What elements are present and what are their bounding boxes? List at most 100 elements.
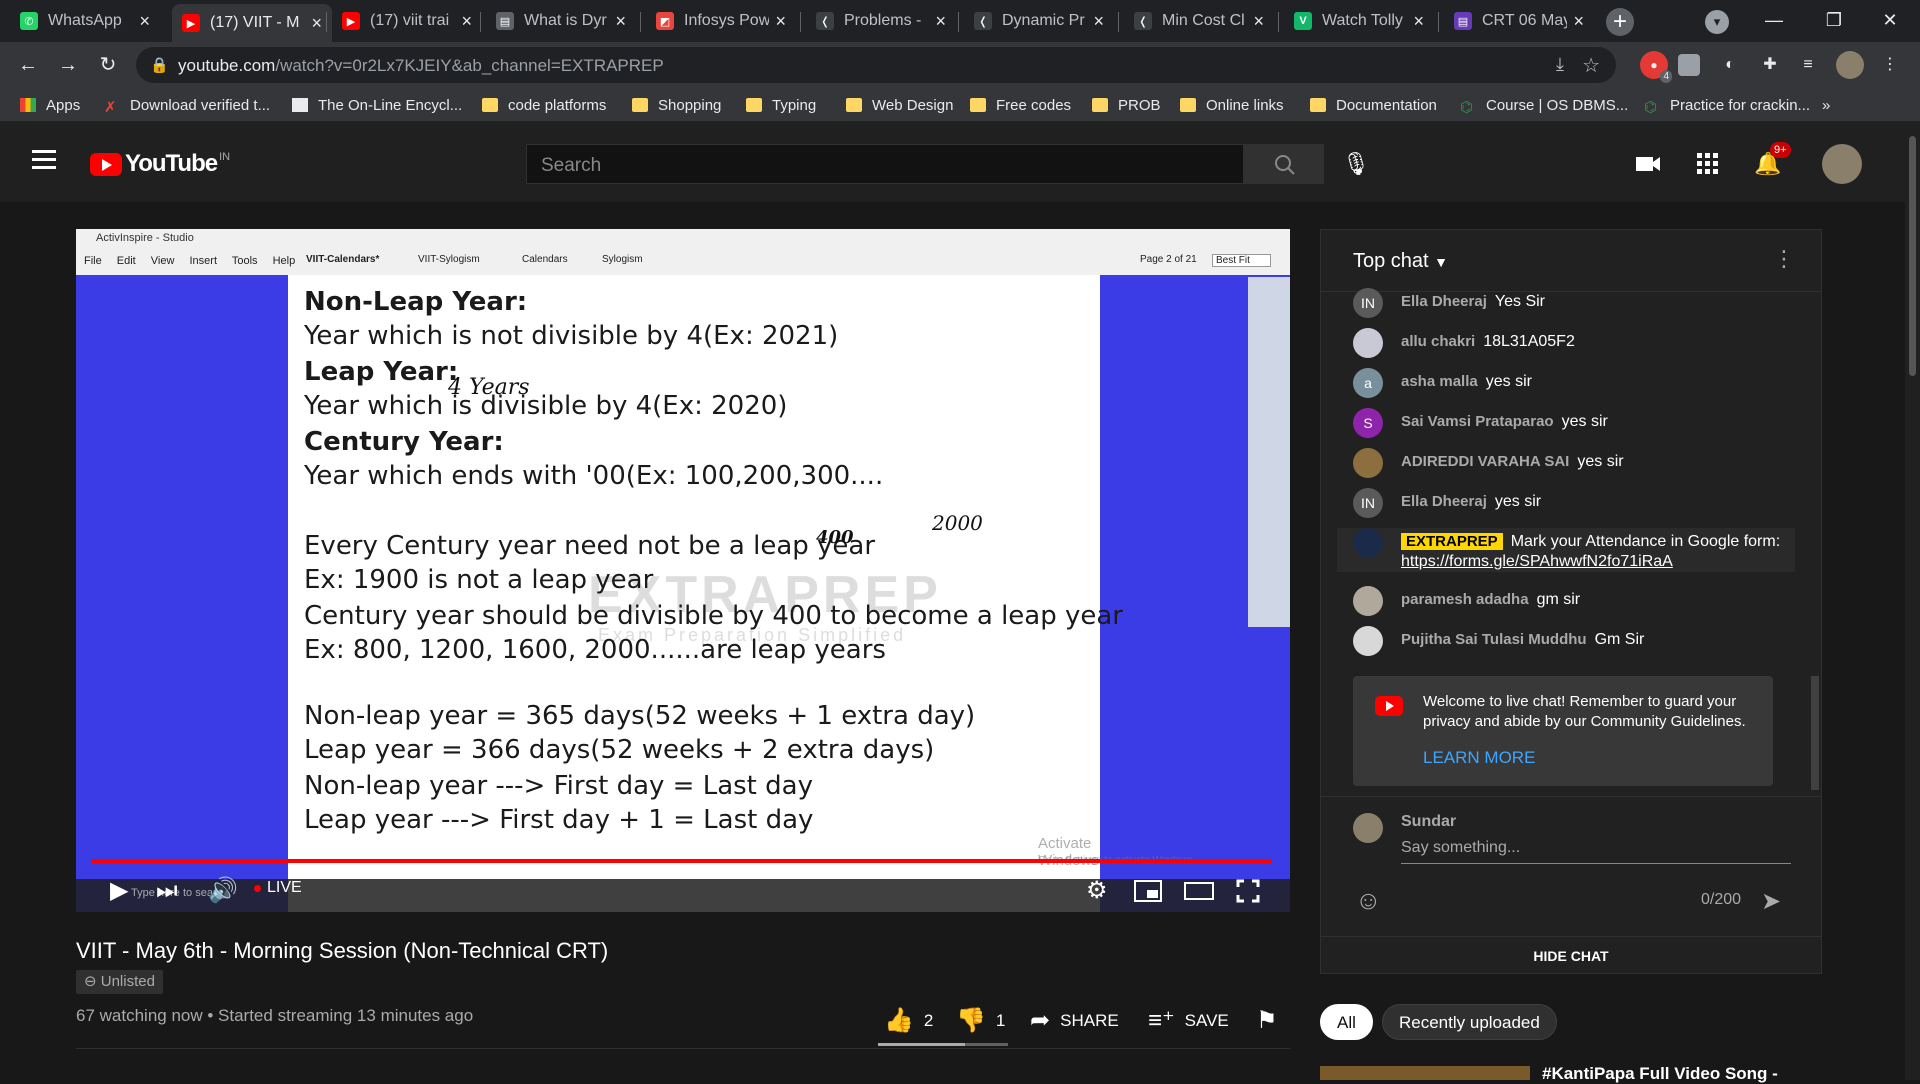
chat-input[interactable]: Say something... — [1401, 839, 1520, 857]
chat-author[interactable]: Ella Dheeraj — [1401, 293, 1487, 310]
play-icon[interactable]: ▶ — [110, 875, 128, 907]
volume-icon[interactable]: 🔊 — [208, 875, 238, 907]
maximize-button[interactable]: ❐ — [1806, 0, 1862, 40]
chat-avatar[interactable] — [1353, 448, 1383, 478]
tab-close-icon[interactable]: × — [1093, 11, 1104, 32]
hide-chat-button[interactable]: HIDE CHAT — [1321, 936, 1821, 974]
send-icon[interactable]: ➤ — [1761, 887, 1781, 916]
extension-bird-icon[interactable]: ◐ — [1716, 51, 1744, 79]
chat-avatar[interactable]: IN — [1353, 488, 1383, 518]
chat-message[interactable]: a asha malla yes sir — [1353, 368, 1793, 398]
tab-close-icon[interactable]: × — [935, 11, 946, 32]
bookmark-item[interactable]: Web Design — [846, 94, 953, 116]
bookmark-item[interactable]: Apps — [20, 94, 80, 116]
emoji-icon[interactable]: ☺ — [1355, 885, 1382, 916]
chip-recently-uploaded[interactable]: Recently uploaded — [1382, 1004, 1557, 1040]
chat-message[interactable]: IN Ella Dheeraj yes sir — [1353, 488, 1793, 518]
chat-message[interactable]: IN Ella Dheeraj Yes Sir — [1353, 288, 1793, 318]
recommendation-title[interactable]: #KantiPapa Full Video Song - — [1542, 1064, 1778, 1084]
chat-avatar[interactable]: S — [1353, 408, 1383, 438]
chat-author[interactable]: asha malla — [1401, 373, 1478, 390]
chat-message[interactable]: S Sai Vamsi Prataparao yes sir — [1353, 408, 1793, 438]
report-button[interactable]: ⚑ — [1256, 1006, 1288, 1035]
learn-more-link[interactable]: LEARN MORE — [1423, 748, 1535, 768]
dislike-button[interactable]: 👎 1 — [956, 1006, 1005, 1035]
microphone-icon[interactable]: 🎙 — [1340, 148, 1372, 180]
miniplayer-icon[interactable] — [1134, 875, 1162, 907]
forward-icon[interactable]: → — [54, 51, 82, 79]
chat-avatar[interactable] — [1353, 328, 1383, 358]
theater-mode-icon[interactable] — [1184, 875, 1214, 907]
video-progress-bar[interactable] — [92, 859, 1272, 863]
bookmark-item[interactable]: Shopping — [632, 94, 721, 116]
chat-author[interactable]: EXTRAPREP — [1401, 533, 1503, 550]
browser-tab[interactable]: ❬ Dynamic Pr × — [964, 4, 1114, 38]
next-icon[interactable]: ⏭ — [156, 875, 178, 907]
bookmark-star-icon[interactable]: ☆ — [1582, 53, 1600, 78]
more-options-icon[interactable]: ⋮ — [1773, 246, 1795, 272]
chat-message[interactable]: ADIREDDI VARAHA SAI yes sir — [1353, 448, 1793, 478]
chat-message[interactable]: EXTRAPREP Mark your Attendance in Google … — [1337, 528, 1795, 572]
bookmarks-overflow-icon[interactable]: » — [1822, 94, 1830, 116]
profile-avatar[interactable] — [1836, 51, 1864, 79]
chat-author[interactable]: paramesh adadha — [1401, 591, 1529, 608]
chat-author[interactable]: Sai Vamsi Prataparao — [1401, 413, 1554, 430]
search-button[interactable] — [1244, 144, 1324, 184]
browser-tab[interactable]: ❬ Problems - × — [806, 4, 956, 38]
tab-close-icon[interactable]: × — [461, 11, 472, 32]
tab-close-icon[interactable]: × — [775, 11, 786, 32]
chat-avatar[interactable]: IN — [1353, 288, 1383, 318]
settings-gear-icon[interactable]: ⚙ — [1086, 875, 1108, 907]
chat-avatar[interactable] — [1353, 528, 1383, 558]
save-button[interactable]: ≡⁺ SAVE — [1148, 1006, 1229, 1035]
chat-message[interactable]: Pujitha Sai Tulasi Muddhu Gm Sir — [1353, 626, 1793, 656]
reload-icon[interactable]: ↻ — [94, 51, 122, 79]
bookmark-item[interactable]: ⌬ Practice for crackin... — [1644, 94, 1810, 117]
tab-close-icon[interactable]: × — [139, 11, 150, 32]
chat-avatar[interactable] — [1353, 586, 1383, 616]
youtube-logo[interactable]: YouTube IN — [90, 150, 230, 178]
bookmark-item[interactable]: Free codes — [970, 94, 1071, 116]
browser-tab[interactable]: ▤ CRT 06 May × — [1444, 4, 1594, 38]
hamburger-menu-icon[interactable] — [32, 150, 56, 170]
share-button[interactable]: ➦ SHARE — [1030, 1006, 1119, 1035]
bookmark-item[interactable]: ⌬ Course | OS DBMS... — [1460, 94, 1628, 117]
profile-dropdown-icon[interactable]: ▾ — [1700, 0, 1734, 40]
chat-author[interactable]: ADIREDDI VARAHA SAI — [1401, 453, 1569, 470]
tab-close-icon[interactable]: × — [1253, 11, 1264, 32]
page-scrollbar[interactable] — [1905, 122, 1920, 1080]
bookmark-item[interactable]: Documentation — [1310, 94, 1437, 116]
recommendation-thumbnail[interactable] — [1320, 1066, 1530, 1080]
tab-close-icon[interactable]: × — [615, 11, 626, 32]
chat-scrollbar[interactable] — [1811, 676, 1819, 790]
notifications-bell-icon[interactable]: 🔔 9+ — [1752, 142, 1791, 180]
browser-tab[interactable]: ❬ Min Cost Cl × — [1124, 4, 1274, 38]
extension-screenshot-icon[interactable] — [1678, 54, 1700, 76]
minimize-button[interactable]: — — [1746, 0, 1802, 40]
chat-mode-dropdown[interactable]: Top chat ▼ — [1353, 250, 1448, 273]
browser-tab[interactable]: ◩ Infosys Pow × — [646, 4, 796, 38]
browser-tab[interactable]: ▶ (17) viit trai × — [332, 4, 482, 38]
bookmark-item[interactable]: ✗ Download verified t... — [104, 94, 270, 117]
chat-link[interactable]: https://forms.gle/SPAhwwfN2fo71iRaA — [1401, 553, 1673, 570]
like-button[interactable]: 👍 2 — [884, 1006, 933, 1035]
bookmark-item[interactable]: Typing — [746, 94, 816, 116]
bookmark-item[interactable]: The On-Line Encycl... — [292, 94, 462, 116]
address-bar[interactable]: 🔒 youtube.com/watch?v=0r2Lx7KJEIY&ab_cha… — [136, 47, 1616, 83]
browser-tab[interactable]: ▤ What is Dyr × — [486, 4, 636, 38]
chat-message[interactable]: allu chakri 18L31A05F2 — [1353, 328, 1793, 358]
tab-close-icon[interactable]: × — [311, 13, 322, 34]
chat-message[interactable]: paramesh adadha gm sir — [1353, 586, 1793, 616]
bookmark-item[interactable]: PROB — [1092, 94, 1161, 116]
bookmark-item[interactable]: Online links — [1180, 94, 1284, 116]
back-icon[interactable]: ← — [14, 51, 42, 79]
chip-all[interactable]: All — [1320, 1004, 1373, 1040]
chat-author[interactable]: allu chakri — [1401, 333, 1475, 350]
chat-author[interactable]: Ella Dheeraj — [1401, 493, 1487, 510]
browser-tab[interactable]: ▶ (17) VIIT - M × — [172, 4, 332, 42]
tab-close-icon[interactable]: × — [1573, 11, 1584, 32]
account-avatar[interactable] — [1822, 144, 1862, 184]
search-input[interactable]: Search — [526, 144, 1244, 184]
tab-close-icon[interactable]: × — [1413, 11, 1424, 32]
close-window-button[interactable]: ✕ — [1862, 0, 1918, 40]
